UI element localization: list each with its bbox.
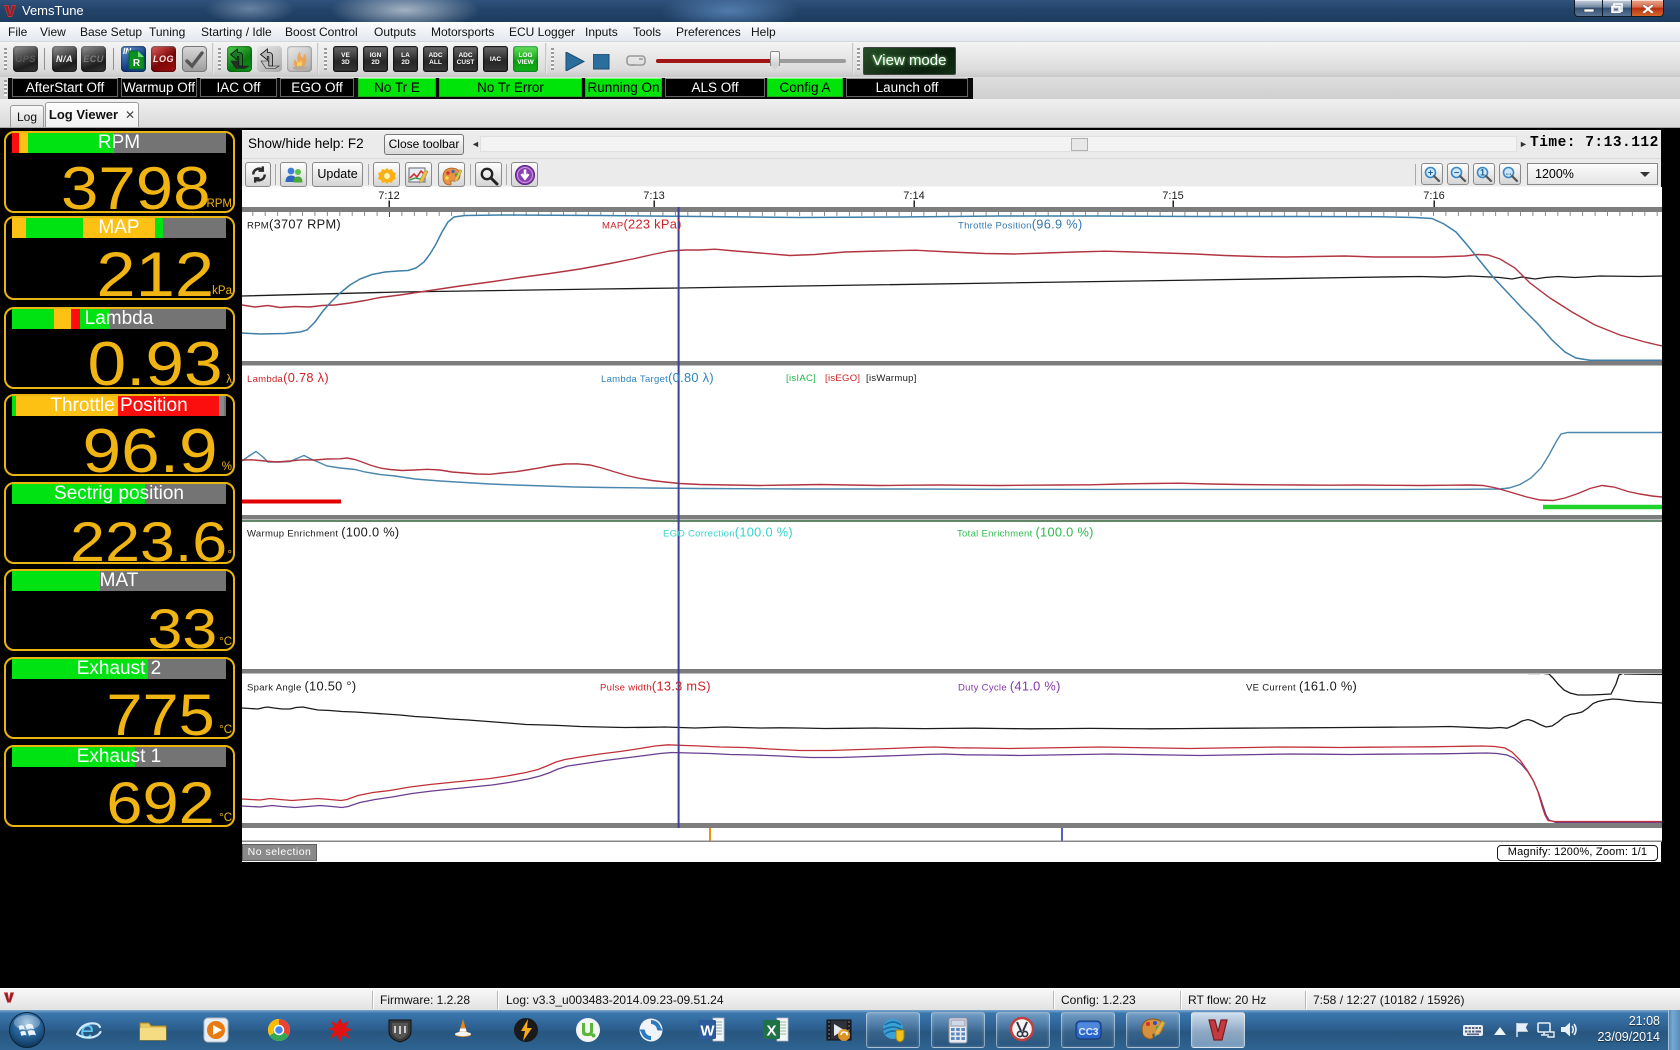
svg-text:↔: ↔ [1504, 168, 1513, 178]
svg-text:7:13: 7:13 [643, 190, 664, 202]
svg-text:1: 1 [1480, 168, 1485, 178]
svg-text:X: X [766, 1023, 776, 1040]
svg-text:−: − [1454, 168, 1459, 178]
svg-text:R: R [133, 58, 141, 69]
svg-text:7:12: 7:12 [378, 190, 399, 202]
svg-text:+: + [1428, 168, 1433, 178]
svg-text:CC3: CC3 [1078, 1027, 1098, 1038]
svg-text:[isIAC]: [isIAC] [786, 373, 816, 384]
svg-text:[isEGO]: [isEGO] [825, 373, 860, 384]
svg-text:7:14: 7:14 [903, 190, 924, 202]
svg-text:e: e [80, 1017, 93, 1044]
svg-text:7:16: 7:16 [1423, 190, 1444, 202]
svg-text:W: W [700, 1023, 715, 1040]
svg-text:7:15: 7:15 [1162, 190, 1183, 202]
svg-text:[isWarmup]: [isWarmup] [866, 373, 917, 384]
